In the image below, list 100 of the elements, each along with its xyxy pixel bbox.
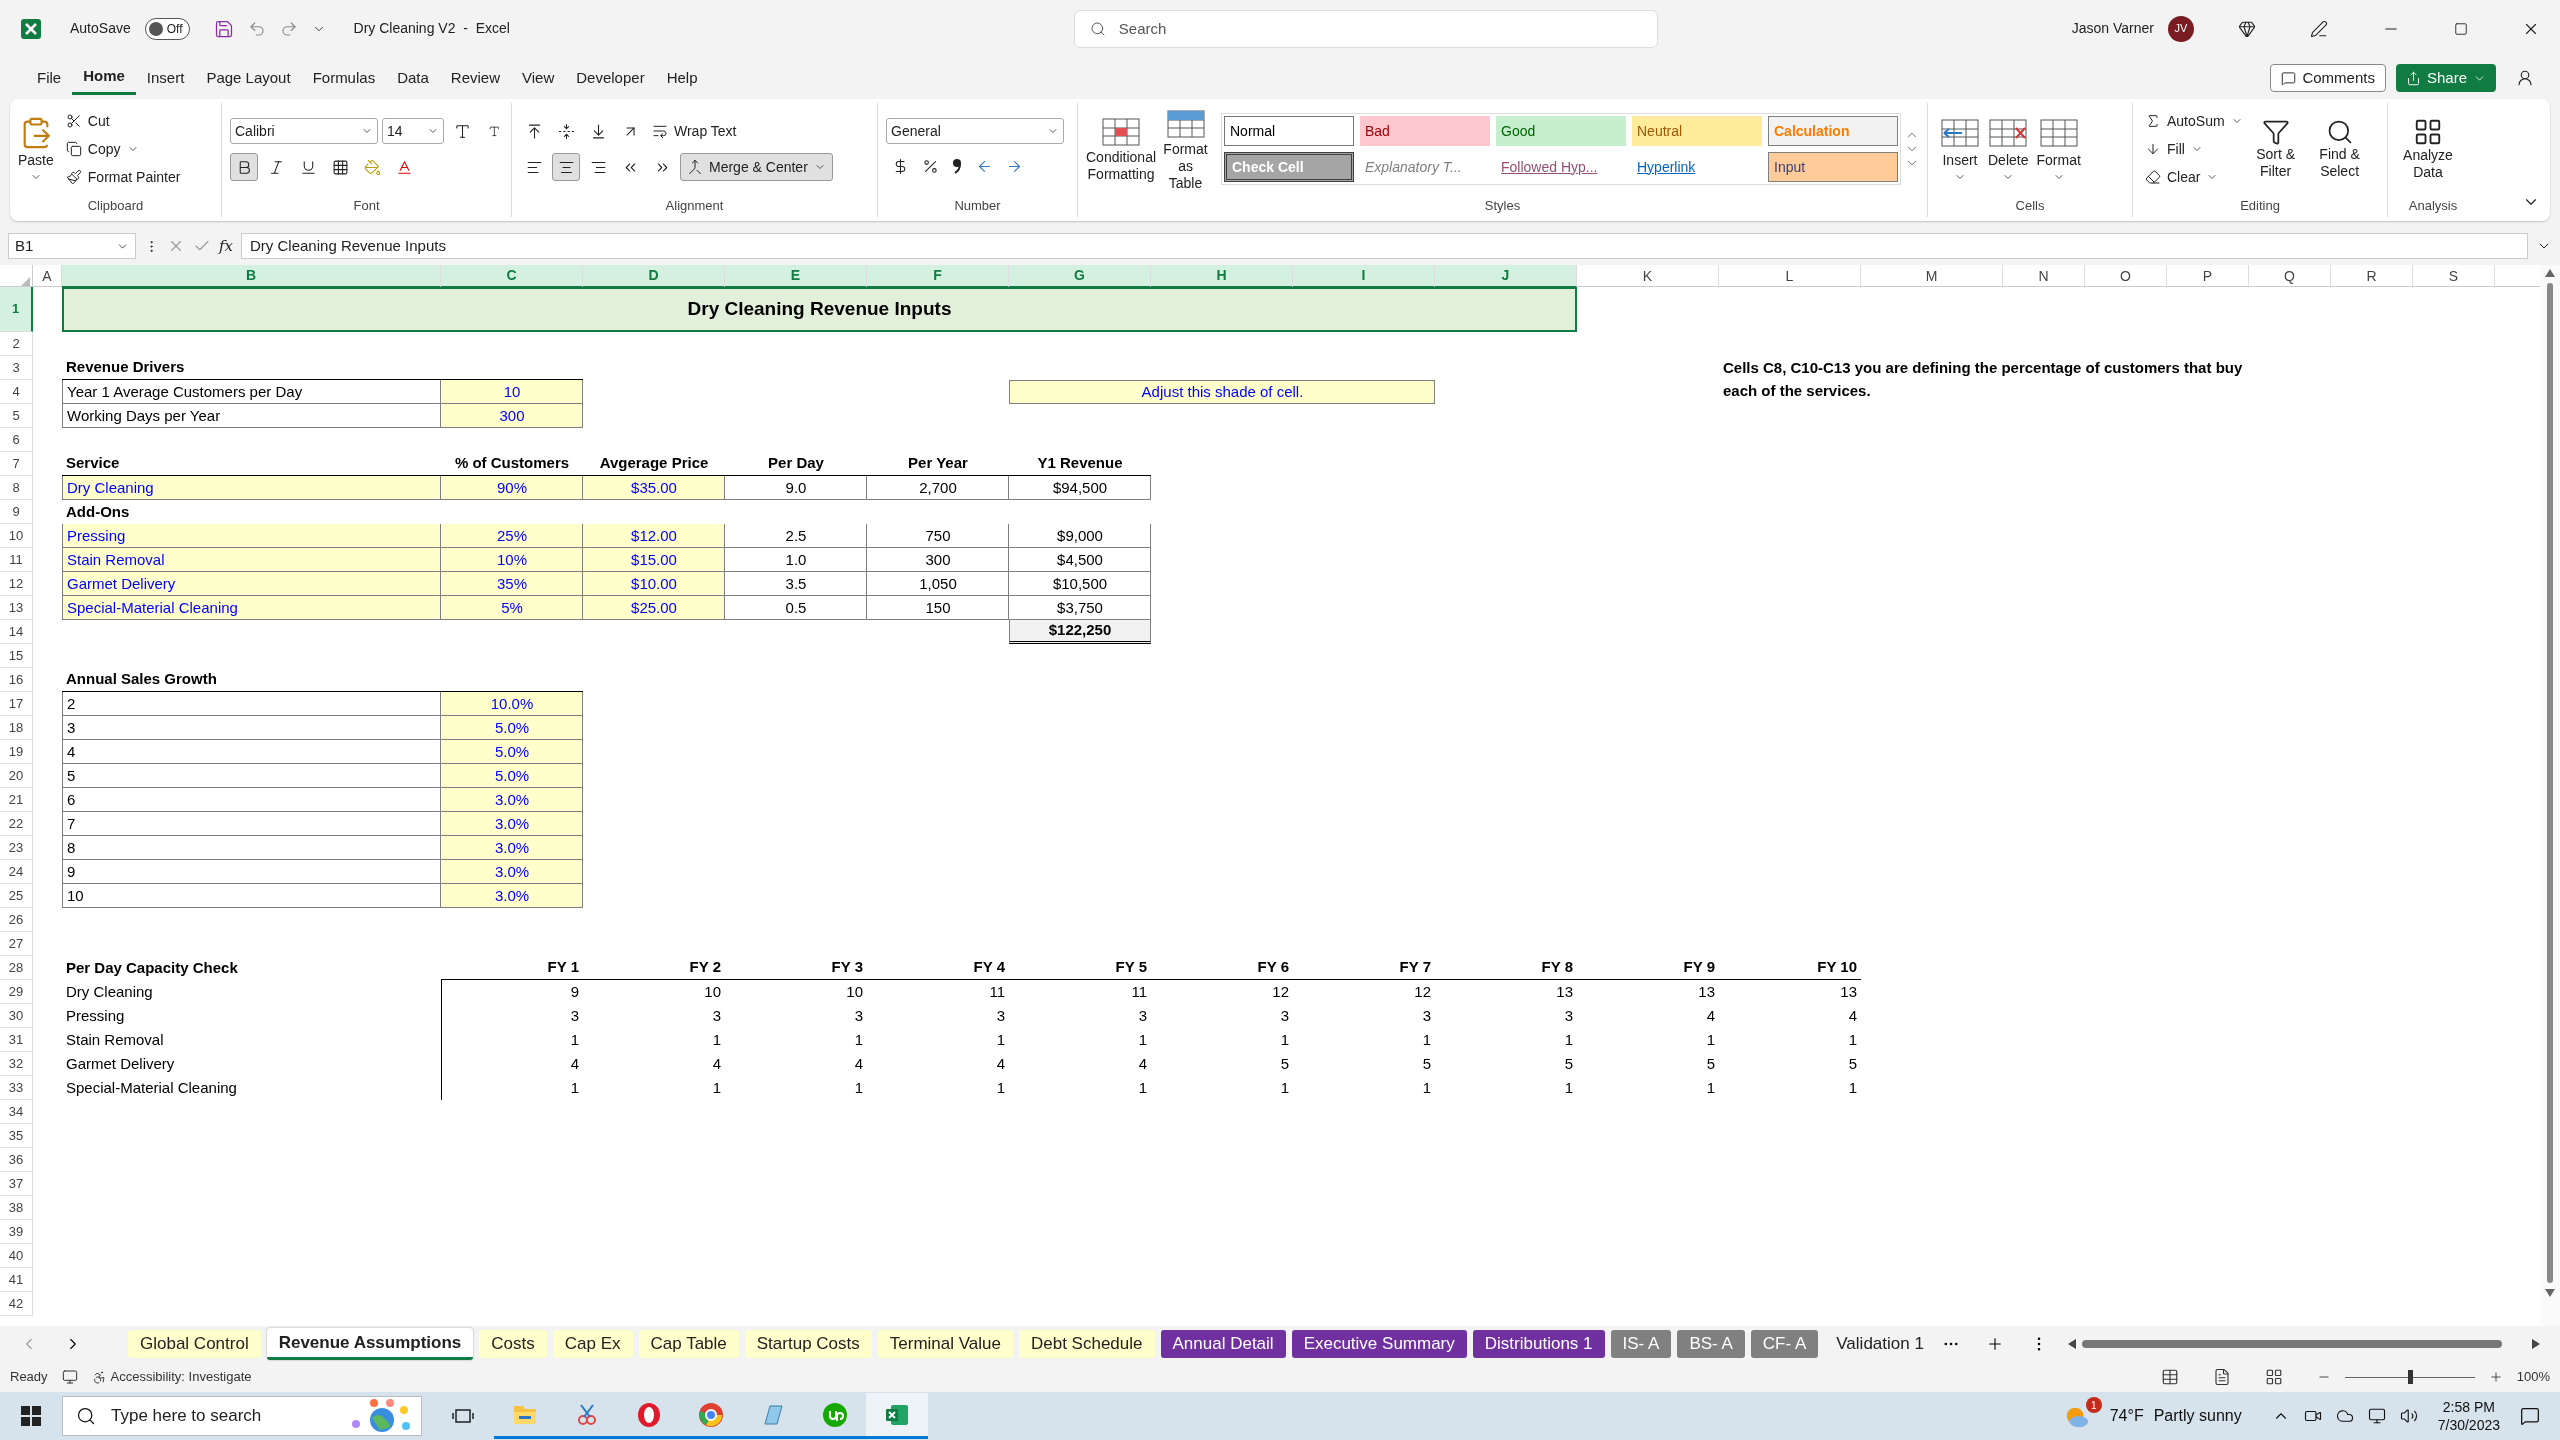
align-center-button[interactable] [552,153,580,182]
row-header[interactable]: 10 [0,524,33,548]
row-header[interactable]: 4 [0,380,33,404]
row-header[interactable]: 8 [0,476,33,500]
wrap-text-button[interactable]: Wrap Text [648,117,741,146]
row-header[interactable]: 2 [0,332,33,356]
paste-button[interactable]: Paste [18,115,54,183]
comma-style-icon[interactable] [952,158,962,175]
format-painter-button[interactable]: Format Painter [61,163,185,192]
scroll-down-icon[interactable] [2545,1289,2555,1297]
menu-tab[interactable]: Insert [135,61,196,95]
row-header[interactable]: 35 [0,1124,33,1148]
row-header[interactable]: 12 [0,572,33,596]
autosave-toggle[interactable]: Off [144,17,190,40]
sheet-tab[interactable]: Global Control [128,1330,261,1358]
zoom-slider[interactable] [2344,1370,2475,1384]
sheet-tab[interactable]: Distributions 1 [1472,1330,1605,1358]
volume-icon[interactable] [2399,1407,2418,1425]
name-box[interactable]: B1 [8,233,136,259]
number-format-dropdown[interactable]: General [886,118,1064,145]
bold-button[interactable] [230,153,258,182]
scroll-up-icon[interactable] [2545,269,2555,277]
cell-style-swatch[interactable]: Good [1496,116,1626,147]
menu-tab[interactable]: File [26,61,73,95]
row-header[interactable]: 11 [0,548,33,572]
column-header[interactable]: F [867,265,1009,288]
font-family-dropdown[interactable]: Calibri [230,118,378,145]
menu-tab[interactable]: Review [439,61,511,95]
row-header[interactable]: 27 [0,932,33,956]
row-header[interactable]: 21 [0,788,33,812]
autosum-button[interactable]: AutoSum [2141,107,2247,136]
column-header[interactable]: L [1719,265,1861,288]
column-header[interactable]: H [1151,265,1293,288]
copy-button[interactable]: Copy [61,135,185,164]
row-header[interactable]: 40 [0,1244,33,1268]
sheet-tab[interactable]: CF- A [1750,1330,1819,1358]
normal-view-icon[interactable] [2160,1368,2179,1386]
sort-filter-button[interactable]: Sort & Filter [2246,118,2305,181]
scroll-left-icon[interactable] [2067,1339,2076,1349]
taskbar-button[interactable] [866,1393,928,1439]
sheet-tab[interactable]: Annual Detail [1160,1330,1286,1358]
cell-style-swatch[interactable]: Bad [1360,116,1490,147]
find-select-button[interactable]: Find & Select [2310,118,2369,181]
page-layout-view-icon[interactable] [2212,1368,2231,1386]
menu-tab[interactable]: Formulas [301,61,387,95]
row-header[interactable]: 7 [0,452,33,476]
row-header[interactable]: 5 [0,404,33,428]
comments-button[interactable]: Comments [2270,64,2386,92]
sheet-tab[interactable]: Cap Ex [552,1330,633,1358]
row-header[interactable]: 14 [0,620,33,644]
row-header[interactable]: 3 [0,356,33,380]
restore-icon[interactable] [2454,21,2468,36]
insert-button[interactable]: Insert [1936,115,1984,183]
column-header[interactable]: D [583,265,725,288]
cloud-icon[interactable] [2335,1407,2354,1425]
sheet-tab[interactable]: Startup Costs [744,1330,872,1358]
accessibility-status[interactable]: Accessibility: Investigate [110,1367,252,1387]
row-header[interactable]: 1 [0,287,33,332]
gem-icon[interactable] [2238,19,2256,38]
undo-icon[interactable] [247,19,266,38]
fill-button[interactable]: Fill [2141,135,2247,164]
row-header[interactable]: 33 [0,1076,33,1100]
person-icon[interactable] [2516,69,2534,87]
sheet-tab[interactable]: Revenue Assumptions [266,1328,474,1360]
scrollbar-thumb[interactable] [2081,1340,2502,1348]
column-header[interactable]: Q [2249,265,2331,288]
row-header[interactable]: 20 [0,764,33,788]
row-header[interactable]: 18 [0,716,33,740]
row-header[interactable]: 30 [0,1004,33,1028]
column-header[interactable]: K [1577,265,1719,288]
column-header[interactable]: P [2167,265,2249,288]
merge-center-button[interactable]: Merge & Center [680,153,833,182]
column-header[interactable]: B [62,265,441,288]
menu-tab[interactable]: Help [655,61,709,95]
column-header[interactable]: I [1293,265,1435,288]
page-break-view-icon[interactable] [2264,1368,2283,1386]
sheet-tab[interactable]: Costs [479,1330,547,1358]
row-header[interactable]: 22 [0,812,33,836]
format-as-table-button[interactable]: Format as Table [1160,106,1211,192]
taskbar-search-field[interactable]: Type here to search [62,1396,422,1436]
menu-tab[interactable]: Page Layout [195,61,302,95]
cell-style-swatch[interactable]: Neutral [1632,116,1762,147]
row-header[interactable]: 26 [0,908,33,932]
column-header[interactable]: C [441,265,583,288]
row-header[interactable]: 16 [0,668,33,692]
network-icon[interactable] [2367,1407,2386,1425]
scroll-right-icon[interactable] [2532,1339,2540,1349]
accessibility-icon[interactable] [91,1369,107,1385]
row-header[interactable]: 9 [0,500,33,524]
cell-style-swatch[interactable]: Normal [1224,116,1354,147]
notifications-icon[interactable] [2520,1406,2540,1426]
row-header[interactable]: 19 [0,740,33,764]
share-button[interactable]: Share [2395,64,2496,92]
save-icon[interactable] [213,18,234,39]
row-header[interactable]: 38 [0,1196,33,1220]
row-header[interactable]: 39 [0,1220,33,1244]
column-header[interactable]: M [1861,265,2003,288]
row-header[interactable]: 6 [0,428,33,452]
format-button[interactable]: Format [2032,115,2085,183]
menu-tab[interactable]: Developer [565,61,656,95]
